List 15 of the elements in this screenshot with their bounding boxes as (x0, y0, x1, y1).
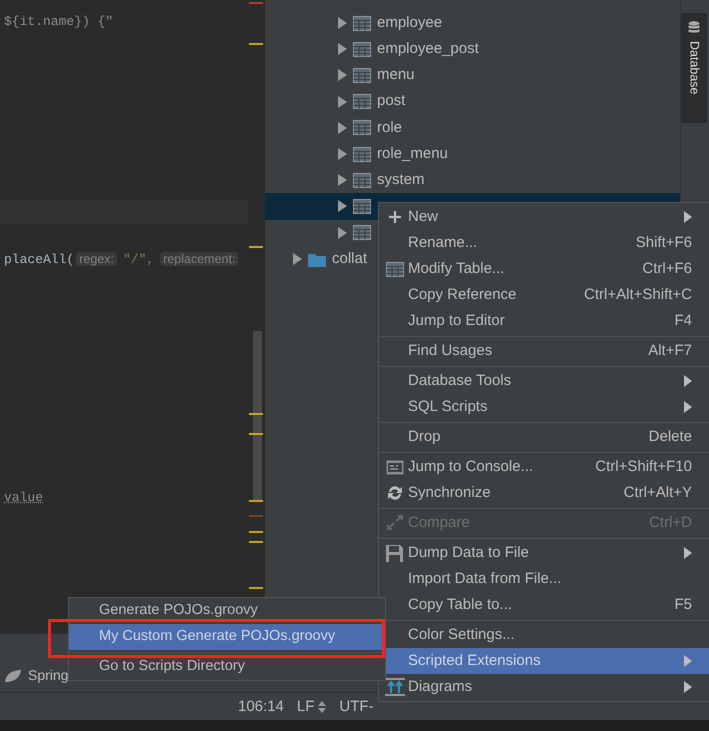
shortcut-label: Ctrl+Shift+F10 (595, 456, 692, 477)
shortcut-label: Ctrl+Alt+Y (624, 482, 692, 503)
shortcut-label: F5 (674, 594, 692, 615)
shortcut-label: Shift+F6 (636, 232, 692, 253)
shortcut-label: Ctrl+Alt+Shift+C (584, 284, 692, 305)
shortcut-label: Alt+F7 (648, 340, 692, 361)
code-text: value (4, 490, 44, 505)
parameter-hint: replacement: (160, 252, 238, 266)
code-text: "/", (122, 252, 154, 267)
shortcut-label: Delete (648, 426, 692, 447)
code-text: placeAll( (4, 252, 74, 267)
shortcut-label: Ctrl+F6 (642, 258, 692, 279)
parameter-hint: regex: (76, 252, 117, 266)
code-text: ${it.name}) {" (4, 14, 114, 29)
shortcut-label: F4 (674, 310, 692, 331)
